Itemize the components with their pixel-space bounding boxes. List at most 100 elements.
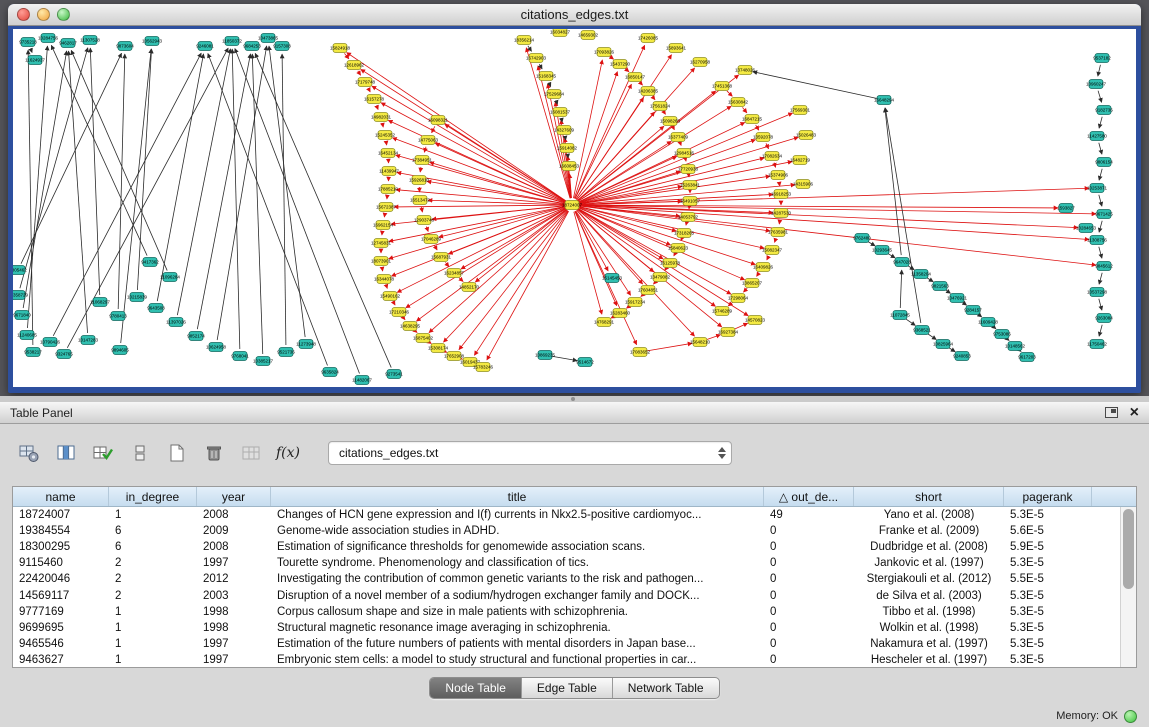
graph-node[interactable]: 16648294 bbox=[874, 96, 895, 105]
graph-node[interactable]: 9324765 bbox=[55, 350, 73, 359]
graph-node[interactable]: 11609428 bbox=[978, 318, 998, 327]
column-header-short[interactable]: short bbox=[854, 487, 1004, 506]
graph-node[interactable]: 18073901 bbox=[371, 257, 392, 266]
graph-node[interactable]: 9157308 bbox=[273, 42, 291, 51]
graph-node[interactable]: 15648210 bbox=[690, 338, 711, 347]
table-mode-icon[interactable] bbox=[16, 440, 42, 466]
graph-node[interactable]: 10147283 bbox=[78, 336, 99, 345]
graph-node[interactable]: 11397026 bbox=[166, 318, 186, 327]
graph-node[interactable]: 16098321 bbox=[428, 116, 449, 125]
graph-node[interactable]: 14327609 bbox=[554, 126, 575, 135]
column-header-out_de[interactable]: △ out_de... bbox=[764, 487, 854, 506]
function-builder-icon[interactable]: f(x) bbox=[275, 440, 301, 466]
graph-node[interactable]: 9514672 bbox=[576, 358, 594, 367]
zoom-window-button[interactable] bbox=[57, 8, 70, 21]
graph-node[interactable]: 9273541 bbox=[385, 370, 403, 379]
graph-node[interactable]: 9852174 bbox=[187, 332, 205, 341]
graph-node[interactable]: 14659302 bbox=[578, 31, 599, 40]
graph-node[interactable]: 16125978 bbox=[660, 259, 681, 268]
graph-node[interactable]: 16452134 bbox=[378, 149, 399, 158]
float-panel-icon[interactable] bbox=[1105, 407, 1118, 418]
graph-node[interactable]: 9635824 bbox=[321, 368, 339, 377]
graph-node[interactable]: 14638295 bbox=[400, 322, 421, 331]
graph-node[interactable]: 12618962 bbox=[344, 61, 365, 70]
graph-node[interactable]: 9240853 bbox=[953, 352, 971, 361]
graph-node[interactable]: 10825964 bbox=[933, 340, 954, 349]
column-header-title[interactable]: title bbox=[271, 487, 764, 506]
graph-node[interactable]: 15490162 bbox=[380, 292, 401, 301]
graph-node[interactable]: 16377409 bbox=[668, 133, 689, 142]
graph-node[interactable]: 16608453 bbox=[559, 162, 580, 171]
graph-node[interactable]: 13479082 bbox=[650, 273, 671, 282]
graph-node[interactable]: 15630842 bbox=[728, 98, 749, 107]
graph-node[interactable]: 16283460 bbox=[610, 309, 631, 318]
graph-node[interactable]: 16270958 bbox=[690, 58, 711, 67]
graph-node[interactable]: 11850372 bbox=[222, 37, 242, 46]
graph-node[interactable]: 10215839 bbox=[127, 293, 148, 302]
graph-node[interactable]: 16081537 bbox=[550, 108, 571, 117]
graph-node[interactable]: 9537182 bbox=[1093, 54, 1111, 63]
network-selector-dropdown[interactable]: citations_edges.txt bbox=[328, 441, 732, 465]
close-panel-icon[interactable]: × bbox=[1130, 406, 1139, 420]
graph-node[interactable]: 13592078 bbox=[753, 133, 774, 142]
graph-node[interactable]: 12984516 bbox=[674, 149, 695, 158]
table-row[interactable]: 946362711997Embryonic stem cells: a mode… bbox=[13, 652, 1136, 667]
table-row[interactable]: 2242004622012Investigating the contribut… bbox=[13, 571, 1136, 587]
graph-node[interactable]: 15687931 bbox=[431, 253, 452, 262]
graph-node[interactable]: 17082634 bbox=[762, 152, 783, 161]
graph-node[interactable]: 9894605 bbox=[111, 346, 129, 355]
minimize-window-button[interactable] bbox=[37, 8, 50, 21]
graph-node[interactable]: 17179748 bbox=[355, 78, 376, 87]
graph-node[interactable]: 17569301 bbox=[790, 106, 811, 115]
graph-node[interactable]: 15840623 bbox=[668, 244, 689, 253]
graph-node[interactable]: 10293645 bbox=[872, 246, 893, 255]
graph-node[interactable]: 15783246 bbox=[473, 363, 494, 372]
graph-node[interactable]: 11750462 bbox=[1087, 340, 1107, 349]
graph-node[interactable]: 9246081 bbox=[196, 42, 214, 51]
graph-node[interactable]: 17720938 bbox=[678, 165, 699, 174]
graph-node[interactable]: 15145453 bbox=[602, 274, 623, 283]
column-header-name[interactable]: name bbox=[13, 487, 109, 506]
graph-node[interactable]: 10790426 bbox=[40, 338, 61, 347]
graph-node[interactable]: 11482067 bbox=[352, 376, 372, 385]
table-row[interactable]: 969969511998Structural magnetic resonanc… bbox=[13, 620, 1136, 636]
import-table-icon[interactable] bbox=[238, 440, 264, 466]
graph-node[interactable]: 13865207 bbox=[742, 279, 763, 288]
graph-node[interactable]: 9462817 bbox=[59, 39, 77, 48]
delete-column-icon[interactable] bbox=[201, 440, 227, 466]
graph-node[interactable]: 16962154 bbox=[373, 221, 394, 230]
graph-node[interactable]: 12745831 bbox=[371, 239, 392, 248]
graph-node[interactable]: 12903746 bbox=[414, 216, 435, 225]
graph-node[interactable]: 16344078 bbox=[374, 275, 395, 284]
graph-node[interactable]: 16850147 bbox=[625, 73, 646, 82]
graph-node[interactable]: 17318265 bbox=[674, 229, 695, 238]
graph-node[interactable]: 13748026 bbox=[735, 66, 756, 75]
graph-node[interactable]: 17885210 bbox=[378, 185, 399, 194]
graph-node[interactable]: 11068297 bbox=[90, 298, 110, 307]
graph-node[interactable]: 17298064 bbox=[728, 294, 749, 303]
graph-node[interactable]: 11439947 bbox=[379, 167, 399, 176]
graph-node[interactable]: 9284157 bbox=[964, 306, 982, 315]
graph-node[interactable]: 11072845 bbox=[890, 311, 910, 320]
graph-node[interactable]: 9873604 bbox=[116, 42, 134, 51]
graph-node[interactable]: 14287530 bbox=[771, 209, 792, 218]
graph-node[interactable]: 9521736 bbox=[277, 348, 295, 357]
graph-node[interactable]: 10358729 bbox=[13, 291, 29, 300]
graph-node[interactable]: 14315906 bbox=[793, 180, 814, 189]
graph-node[interactable]: 11427580 bbox=[1087, 132, 1107, 141]
graph-node[interactable]: 14053792 bbox=[678, 213, 699, 222]
graph-node[interactable]: 10148562 bbox=[1005, 342, 1026, 351]
graph-node[interactable]: 11358204 bbox=[911, 270, 931, 279]
show-columns-icon[interactable] bbox=[53, 440, 79, 466]
graph-node[interactable]: 15824918 bbox=[330, 44, 351, 53]
table-row[interactable]: 946554611997Estimation of the future num… bbox=[13, 636, 1136, 652]
graph-node[interactable]: 17561824 bbox=[650, 102, 671, 111]
graph-node[interactable]: 15168345 bbox=[536, 72, 557, 81]
graph-node[interactable]: 9671425 bbox=[1095, 210, 1113, 219]
network-graph-svg[interactable]: 1872400715824918126189621717974816157278… bbox=[13, 29, 1136, 387]
close-window-button[interactable] bbox=[17, 8, 30, 21]
graph-node[interactable]: 15026483 bbox=[796, 131, 817, 140]
tab-node-table[interactable]: Node Table bbox=[430, 678, 522, 698]
column-header-year[interactable]: year bbox=[197, 487, 271, 506]
graph-node[interactable]: 9671840 bbox=[13, 311, 31, 320]
